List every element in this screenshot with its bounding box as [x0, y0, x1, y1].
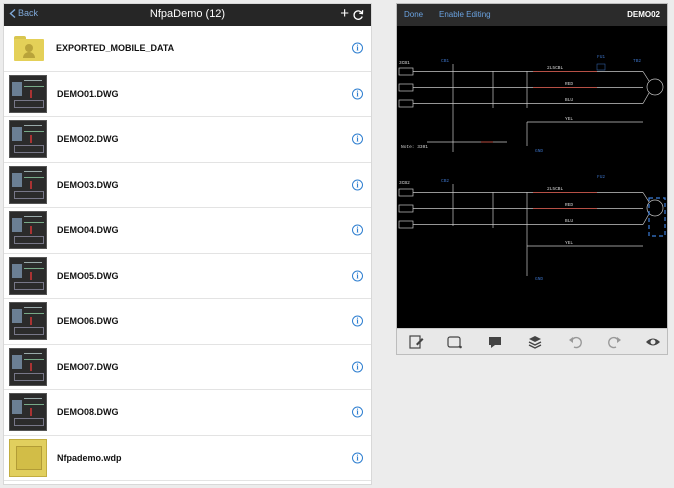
file-row-demo04[interactable]: DEMO04.DWG i [4, 208, 371, 254]
terminal-box [398, 67, 414, 76]
drawing-canvas[interactable]: CB1 FU1 TB2 GND 3CB1 2L5CBL RED BLU YEL … [397, 26, 667, 330]
file-row-demo06[interactable]: DEMO06.DWG i [4, 299, 371, 345]
file-name: DEMO06.DWG [57, 316, 119, 327]
svg-text:FU2: FU2 [597, 174, 605, 180]
file-name: DEMO05.DWG [57, 270, 119, 281]
undo-icon[interactable] [567, 334, 583, 350]
info-icon[interactable]: i [352, 88, 363, 100]
file-row-demo02[interactable]: DEMO02.DWG i [4, 117, 371, 163]
info-icon[interactable]: i [352, 224, 363, 236]
svg-text:RED: RED [565, 81, 573, 87]
svg-text:3CB2: 3CB2 [399, 180, 410, 186]
dwg-thumbnail [9, 120, 47, 159]
svg-text:Note: 3301: Note: 3301 [401, 144, 428, 150]
file-browser-nav-bar: Back NfpaDemo (12) + [4, 4, 371, 26]
drawing-nav-bar: Done Enable Editing DEMO02 [397, 4, 667, 26]
terminal-box [398, 83, 414, 92]
dwg-thumbnail [9, 74, 47, 113]
file-name: DEMO03.DWG [57, 179, 119, 190]
info-icon[interactable]: i [352, 406, 363, 418]
selection-box[interactable] [648, 197, 666, 237]
terminal-box [398, 220, 414, 229]
file-name: DEMO01.DWG [57, 88, 119, 99]
info-icon[interactable]: i [352, 452, 363, 464]
refresh-icon[interactable] [352, 9, 364, 21]
file-name: DEMO02.DWG [57, 134, 119, 145]
file-name: DEMO07.DWG [57, 361, 119, 372]
info-icon[interactable]: i [352, 42, 363, 54]
layers-icon[interactable] [527, 334, 543, 350]
file-row-nfpademo-wdp[interactable]: Nfpademo.wdp i [4, 436, 371, 481]
motor-symbol [646, 78, 664, 96]
svg-text:TB2: TB2 [633, 58, 641, 64]
terminal-box [398, 188, 414, 197]
blue-labels-upper: CB1 FU1 TB2 GND [441, 54, 641, 154]
file-row-demo05[interactable]: DEMO05.DWG i [4, 254, 371, 299]
file-name: DEMO08.DWG [57, 407, 119, 418]
file-list: EXPORTED_MOBILE_DATA i DEMO01.DWG i DEMO… [4, 26, 371, 481]
circuit-lower [398, 184, 664, 276]
svg-text:BLU: BLU [565, 218, 573, 224]
dwg-thumbnail [9, 302, 47, 341]
svg-text:YEL: YEL [565, 240, 573, 246]
dwg-thumbnail [9, 393, 47, 432]
info-icon[interactable]: i [352, 315, 363, 327]
file-row-demo03[interactable]: DEMO03.DWG i [4, 163, 371, 208]
circuit-upper [398, 64, 664, 152]
svg-text:BLU: BLU [565, 97, 573, 103]
file-row-demo07[interactable]: DEMO07.DWG i [4, 345, 371, 390]
svg-text:CB1: CB1 [441, 58, 449, 64]
file-row-demo01[interactable]: DEMO01.DWG i [4, 72, 371, 117]
wire-labels-upper: 3CB1 2L5CBL RED BLU YEL Note: 3301 [399, 60, 573, 150]
measure-icon[interactable] [447, 334, 463, 350]
svg-text:YEL: YEL [565, 116, 573, 122]
file-name: Nfpademo.wdp [57, 452, 122, 463]
svg-text:3CB1: 3CB1 [399, 60, 410, 66]
file-name: EXPORTED_MOBILE_DATA [56, 43, 175, 54]
enable-editing-button[interactable]: Enable Editing [439, 10, 491, 19]
svg-text:GND: GND [535, 276, 543, 282]
svg-text:FU1: FU1 [597, 54, 605, 60]
svg-text:GND: GND [535, 148, 543, 154]
view-icon[interactable] [645, 334, 661, 350]
done-button[interactable]: Done [404, 10, 423, 19]
red-wires-upper [481, 71, 597, 143]
svg-text:2L5CBL: 2L5CBL [547, 186, 564, 192]
drawing-title: DEMO02 [627, 10, 660, 19]
info-icon[interactable]: i [352, 270, 363, 282]
info-icon[interactable]: i [352, 133, 363, 145]
add-icon[interactable]: + [340, 5, 349, 22]
dwg-thumbnail [9, 211, 47, 250]
dwg-thumbnail [9, 165, 47, 204]
dwg-thumbnail [9, 256, 47, 295]
file-row-exported-mobile-data[interactable]: EXPORTED_MOBILE_DATA i [4, 26, 371, 72]
drawing-viewer-panel: Done Enable Editing DEMO02 CB1 FU1 TB2 G… [396, 3, 668, 355]
svg-text:2L5CBL: 2L5CBL [547, 65, 564, 71]
project-file-icon [9, 438, 47, 477]
info-icon[interactable]: i [352, 361, 363, 373]
svg-text:RED: RED [565, 202, 573, 208]
file-browser-panel: Back NfpaDemo (12) + EXPORTED_MOBILE_DAT… [3, 3, 372, 485]
terminal-box [398, 99, 414, 108]
wire-labels-lower: 3CB2 2L5CBL RED BLU YEL [399, 180, 573, 246]
file-name: DEMO04.DWG [57, 225, 119, 236]
drawing-toolbar [397, 328, 667, 354]
folder-title: NfpaDemo (12) [149, 8, 226, 20]
blue-labels-lower: CB2 FU2 GND [441, 174, 605, 282]
dwg-thumbnail [9, 347, 47, 386]
file-row-demo08[interactable]: DEMO08.DWG i [4, 390, 371, 436]
info-icon[interactable]: i [352, 179, 363, 191]
edit-icon[interactable] [409, 334, 425, 350]
redo-icon[interactable] [607, 334, 623, 350]
svg-text:CB2: CB2 [441, 178, 449, 184]
terminal-box [398, 204, 414, 213]
comment-icon[interactable] [487, 334, 503, 350]
folder-icon [14, 29, 44, 67]
